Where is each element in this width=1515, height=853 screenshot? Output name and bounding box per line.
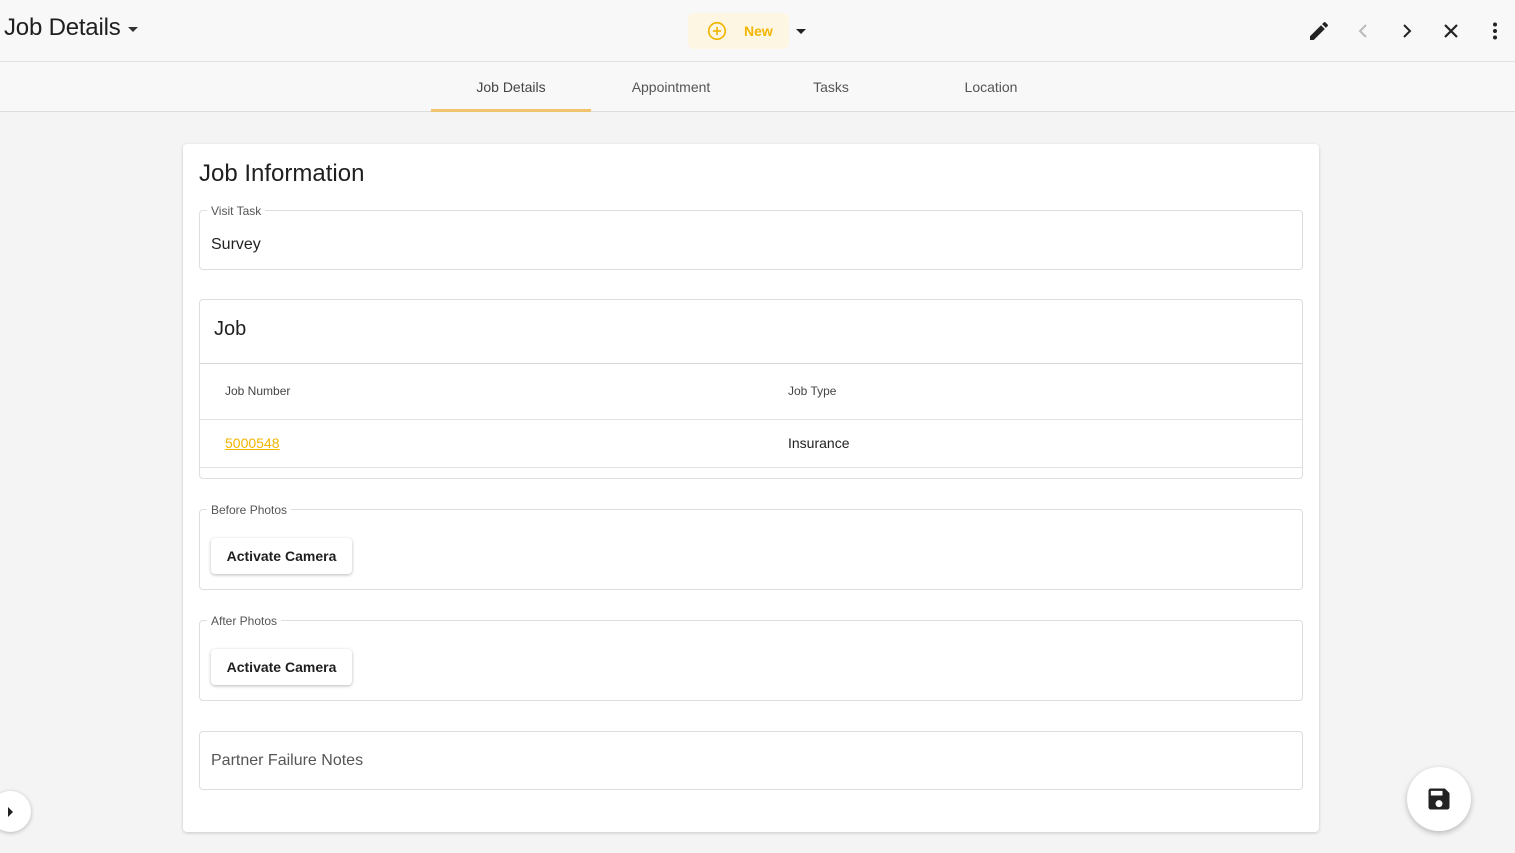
new-button-label: New	[744, 23, 773, 39]
edit-button[interactable]	[1307, 19, 1331, 43]
new-button[interactable]: New	[688, 13, 789, 49]
chevron-left-icon	[1358, 24, 1367, 38]
edit-icon	[1310, 21, 1329, 40]
save-icon	[1428, 788, 1450, 810]
next-record-button[interactable]	[1395, 19, 1419, 43]
add-circle-icon	[707, 21, 727, 41]
more-options-button[interactable]	[1483, 19, 1507, 43]
partner-failure-notes-input[interactable]: Partner Failure Notes	[199, 731, 1303, 790]
page-title: Job Details	[4, 14, 121, 41]
save-button[interactable]	[1407, 767, 1471, 831]
tab-appointment[interactable]: Appointment	[591, 62, 751, 111]
more-vert-icon	[1493, 22, 1497, 40]
job-number-link[interactable]: 5000548	[225, 435, 280, 451]
expand-sidebar-button[interactable]	[0, 791, 31, 832]
before-photos-label: Before Photos	[207, 503, 292, 517]
caret-down-icon	[796, 28, 806, 34]
column-header-job-type: Job Type	[788, 384, 837, 398]
visit-task-field[interactable]: Visit Task Survey	[199, 204, 1303, 270]
view-title-dropdown[interactable]: Job Details	[4, 14, 138, 42]
job-information-card: Job Information Visit Task Survey Job Jo…	[183, 144, 1319, 832]
after-photos-field: After Photos Activate Camera	[199, 614, 1303, 701]
caret-down-icon	[127, 27, 138, 32]
tab-tasks[interactable]: Tasks	[751, 62, 911, 111]
job-type-value: Insurance	[788, 435, 850, 451]
job-table-header: Job Number Job Type	[200, 363, 1302, 420]
chevron-right-icon	[1403, 24, 1412, 38]
close-button[interactable]	[1439, 19, 1463, 43]
tab-job-details[interactable]: Job Details	[431, 62, 591, 112]
visit-task-value: Survey	[211, 236, 261, 253]
section-title: Job Information	[199, 160, 365, 187]
job-subpanel: Job Job Number Job Type 5000548 Insuranc…	[199, 299, 1303, 479]
tab-bar: Job Details Appointment Tasks Location	[0, 62, 1515, 112]
visit-task-label: Visit Task	[207, 204, 266, 218]
column-header-job-number: Job Number	[225, 384, 291, 398]
activate-camera-after-button[interactable]: Activate Camera	[211, 649, 352, 685]
job-subpanel-title: Job	[214, 318, 247, 340]
tab-location[interactable]: Location	[911, 62, 1071, 111]
new-dropdown-button[interactable]	[792, 22, 810, 40]
close-icon	[1444, 24, 1458, 38]
after-photos-label: After Photos	[207, 614, 282, 628]
previous-record-button[interactable]	[1351, 19, 1375, 43]
table-row[interactable]: 5000548 Insurance	[200, 420, 1302, 468]
caret-right-icon	[8, 807, 13, 817]
activate-camera-before-button[interactable]: Activate Camera	[211, 538, 352, 574]
app-header: Job Details New	[0, 0, 1515, 62]
before-photos-field: Before Photos Activate Camera	[199, 503, 1303, 590]
partner-failure-notes-placeholder: Partner Failure Notes	[211, 752, 364, 769]
